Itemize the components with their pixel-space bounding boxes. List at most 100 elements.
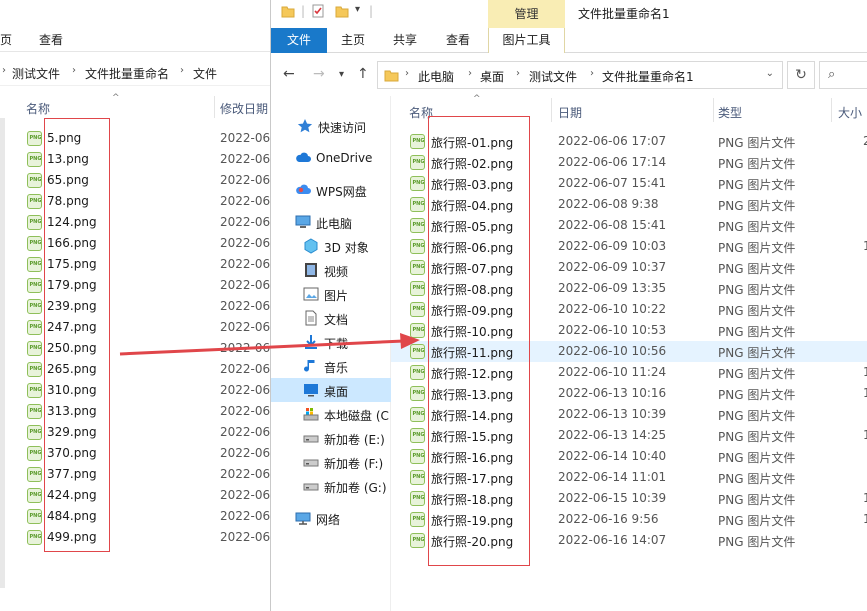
- back-list-item[interactable]: 78.png 2022-06-: [0, 191, 270, 212]
- sidebar-item[interactable]: 快速访问: [271, 114, 391, 138]
- png-file-icon: [27, 362, 42, 377]
- sidebar-item[interactable]: 3D 对象: [271, 234, 391, 258]
- table-row[interactable]: 旅行照-03.png 2022-06-07 15:41 PNG 图片文件: [391, 173, 867, 194]
- table-row[interactable]: 旅行照-18.png 2022-06-15 10:39 PNG 图片文件 1: [391, 488, 867, 509]
- tab-picture-tools[interactable]: 图片工具: [488, 28, 565, 53]
- table-row[interactable]: 旅行照-11.png 2022-06-10 10:56 PNG 图片文件: [391, 341, 867, 362]
- back-list-item[interactable]: 484.png 2022-06-: [0, 506, 270, 527]
- folder-icon[interactable]: [281, 4, 295, 21]
- properties-icon[interactable]: [311, 4, 325, 21]
- customize-toolbar-icon[interactable]: ▾: [355, 4, 360, 15]
- sidebar-item[interactable]: 文档: [271, 306, 391, 330]
- sidebar-item[interactable]: 桌面: [271, 378, 391, 402]
- address-bar[interactable]: › 此电脑 › 桌面 › 测试文件 › 文件批量重命名1 ⌄: [377, 61, 783, 89]
- back-column-header: ^ 名称 修改日期: [0, 93, 270, 118]
- sidebar-item[interactable]: OneDrive: [271, 146, 391, 170]
- tab-home[interactable]: 主页: [341, 28, 365, 53]
- table-row[interactable]: 旅行照-17.png 2022-06-14 11:01 PNG 图片文件: [391, 467, 867, 488]
- tab-file[interactable]: 文件: [271, 28, 327, 53]
- back-list-item[interactable]: 13.png 2022-06-: [0, 149, 270, 170]
- sidebar-item[interactable]: 视频: [271, 258, 391, 282]
- table-row[interactable]: 旅行照-13.png 2022-06-13 10:16 PNG 图片文件 1: [391, 383, 867, 404]
- back-list-item[interactable]: 166.png 2022-06-: [0, 233, 270, 254]
- column-divider[interactable]: [831, 98, 832, 122]
- table-row[interactable]: 旅行照-02.png 2022-06-06 17:14 PNG 图片文件: [391, 152, 867, 173]
- up-arrow-icon[interactable]: ↑: [357, 66, 369, 82]
- recent-dropdown-icon[interactable]: ▾: [339, 69, 344, 80]
- col-date[interactable]: 日期: [558, 104, 582, 121]
- new-folder-icon[interactable]: [335, 4, 349, 21]
- back-list-item[interactable]: 370.png 2022-06-: [0, 443, 270, 464]
- table-row[interactable]: 旅行照-16.png 2022-06-14 10:40 PNG 图片文件: [391, 446, 867, 467]
- sidebar-item[interactable]: 网络: [271, 506, 391, 530]
- table-row[interactable]: 旅行照-04.png 2022-06-08 9:38 PNG 图片文件: [391, 194, 867, 215]
- table-row[interactable]: 旅行照-05.png 2022-06-08 15:41 PNG 图片文件: [391, 215, 867, 236]
- chevron-down-icon[interactable]: ⌄: [766, 68, 774, 79]
- tab-share[interactable]: 共享: [393, 28, 417, 53]
- sidebar-item[interactable]: 此电脑: [271, 210, 391, 234]
- table-row[interactable]: 旅行照-06.png 2022-06-09 10:03 PNG 图片文件 1: [391, 236, 867, 257]
- search-input[interactable]: ⌕: [819, 61, 867, 89]
- col-size[interactable]: 大小: [838, 104, 862, 121]
- back-list-item[interactable]: 65.png 2022-06-: [0, 170, 270, 191]
- forward-arrow-icon[interactable]: →: [313, 66, 325, 82]
- refresh-button[interactable]: ↻: [787, 61, 815, 89]
- column-divider[interactable]: [214, 96, 215, 118]
- back-list-item[interactable]: 424.png 2022-06-: [0, 485, 270, 506]
- breadcrumb-this-pc[interactable]: 此电脑: [418, 68, 454, 85]
- back-list-item[interactable]: 377.png 2022-06-: [0, 464, 270, 485]
- back-list-item[interactable]: 175.png 2022-06-: [0, 254, 270, 275]
- back-tab-view[interactable]: 查看: [39, 31, 63, 48]
- column-divider[interactable]: [551, 98, 552, 122]
- table-row[interactable]: 旅行照-01.png 2022-06-06 17:07 PNG 图片文件 2: [391, 131, 867, 152]
- table-row[interactable]: 旅行照-15.png 2022-06-13 14:25 PNG 图片文件 1: [391, 425, 867, 446]
- table-row[interactable]: 旅行照-19.png 2022-06-16 9:56 PNG 图片文件 1: [391, 509, 867, 530]
- sidebar-item[interactable]: 新加卷 (E:): [271, 426, 391, 450]
- back-col-name[interactable]: 名称: [26, 100, 50, 117]
- sidebar-item[interactable]: 新加卷 (F:): [271, 450, 391, 474]
- back-tab-home[interactable]: 页: [0, 31, 12, 48]
- sidebar-item-label: 下载: [324, 337, 349, 351]
- breadcrumb-current-folder[interactable]: 文件批量重命名1: [602, 68, 694, 85]
- back-file-date: 2022-06-: [220, 152, 270, 166]
- back-list-item[interactable]: 179.png 2022-06-: [0, 275, 270, 296]
- table-row[interactable]: 旅行照-10.png 2022-06-10 10:53 PNG 图片文件: [391, 320, 867, 341]
- sidebar-item[interactable]: 新加卷 (G:): [271, 474, 391, 498]
- back-list-item[interactable]: 499.png 2022-06-: [0, 527, 270, 548]
- back-breadcrumb-0[interactable]: 测试文件: [12, 65, 60, 82]
- sidebar-item[interactable]: 下载: [271, 330, 391, 354]
- sidebar-item[interactable]: 本地磁盘 (C: [271, 402, 391, 426]
- breadcrumb-desktop[interactable]: 桌面: [480, 68, 504, 85]
- back-list-item[interactable]: 247.png 2022-06-: [0, 317, 270, 338]
- back-col-date[interactable]: 修改日期: [220, 100, 268, 117]
- table-row[interactable]: 旅行照-07.png 2022-06-09 10:37 PNG 图片文件: [391, 257, 867, 278]
- table-row[interactable]: 旅行照-09.png 2022-06-10 10:22 PNG 图片文件: [391, 299, 867, 320]
- breadcrumb-test-files[interactable]: 测试文件: [529, 68, 577, 85]
- back-list-item[interactable]: 310.png 2022-06-: [0, 380, 270, 401]
- sidebar-item[interactable]: 图片: [271, 282, 391, 306]
- tab-manage[interactable]: 管理: [488, 0, 565, 28]
- col-name[interactable]: 名称: [409, 104, 433, 121]
- table-row[interactable]: 旅行照-12.png 2022-06-10 11:24 PNG 图片文件 1: [391, 362, 867, 383]
- back-scrollbar[interactable]: [0, 118, 5, 588]
- file-type: PNG 图片文件: [718, 304, 796, 318]
- table-row[interactable]: 旅行照-14.png 2022-06-13 10:39 PNG 图片文件: [391, 404, 867, 425]
- tab-view[interactable]: 查看: [446, 28, 470, 53]
- table-row[interactable]: 旅行照-20.png 2022-06-16 14:07 PNG 图片文件: [391, 530, 867, 551]
- sidebar-item[interactable]: 音乐: [271, 354, 391, 378]
- back-list-item[interactable]: 5.png 2022-06-: [0, 128, 270, 149]
- col-type[interactable]: 类型: [718, 104, 742, 121]
- back-list-item[interactable]: 239.png 2022-06-: [0, 296, 270, 317]
- back-list-item[interactable]: 329.png 2022-06-: [0, 422, 270, 443]
- back-list-item[interactable]: 124.png 2022-06-: [0, 212, 270, 233]
- back-breadcrumb-2[interactable]: 文件: [193, 65, 217, 82]
- table-row[interactable]: 旅行照-08.png 2022-06-09 13:35 PNG 图片文件: [391, 278, 867, 299]
- back-address-bar[interactable]: › 测试文件 › 文件批量重命名 › 文件: [0, 58, 270, 86]
- back-list-item[interactable]: 250.png 2022-06-: [0, 338, 270, 359]
- back-list-item[interactable]: 265.png 2022-06-: [0, 359, 270, 380]
- back-list-item[interactable]: 313.png 2022-06-: [0, 401, 270, 422]
- back-breadcrumb-1[interactable]: 文件批量重命名: [85, 65, 169, 82]
- sidebar-item[interactable]: WPS网盘: [271, 178, 391, 202]
- back-arrow-icon[interactable]: ←: [283, 66, 295, 82]
- column-divider[interactable]: [713, 98, 714, 122]
